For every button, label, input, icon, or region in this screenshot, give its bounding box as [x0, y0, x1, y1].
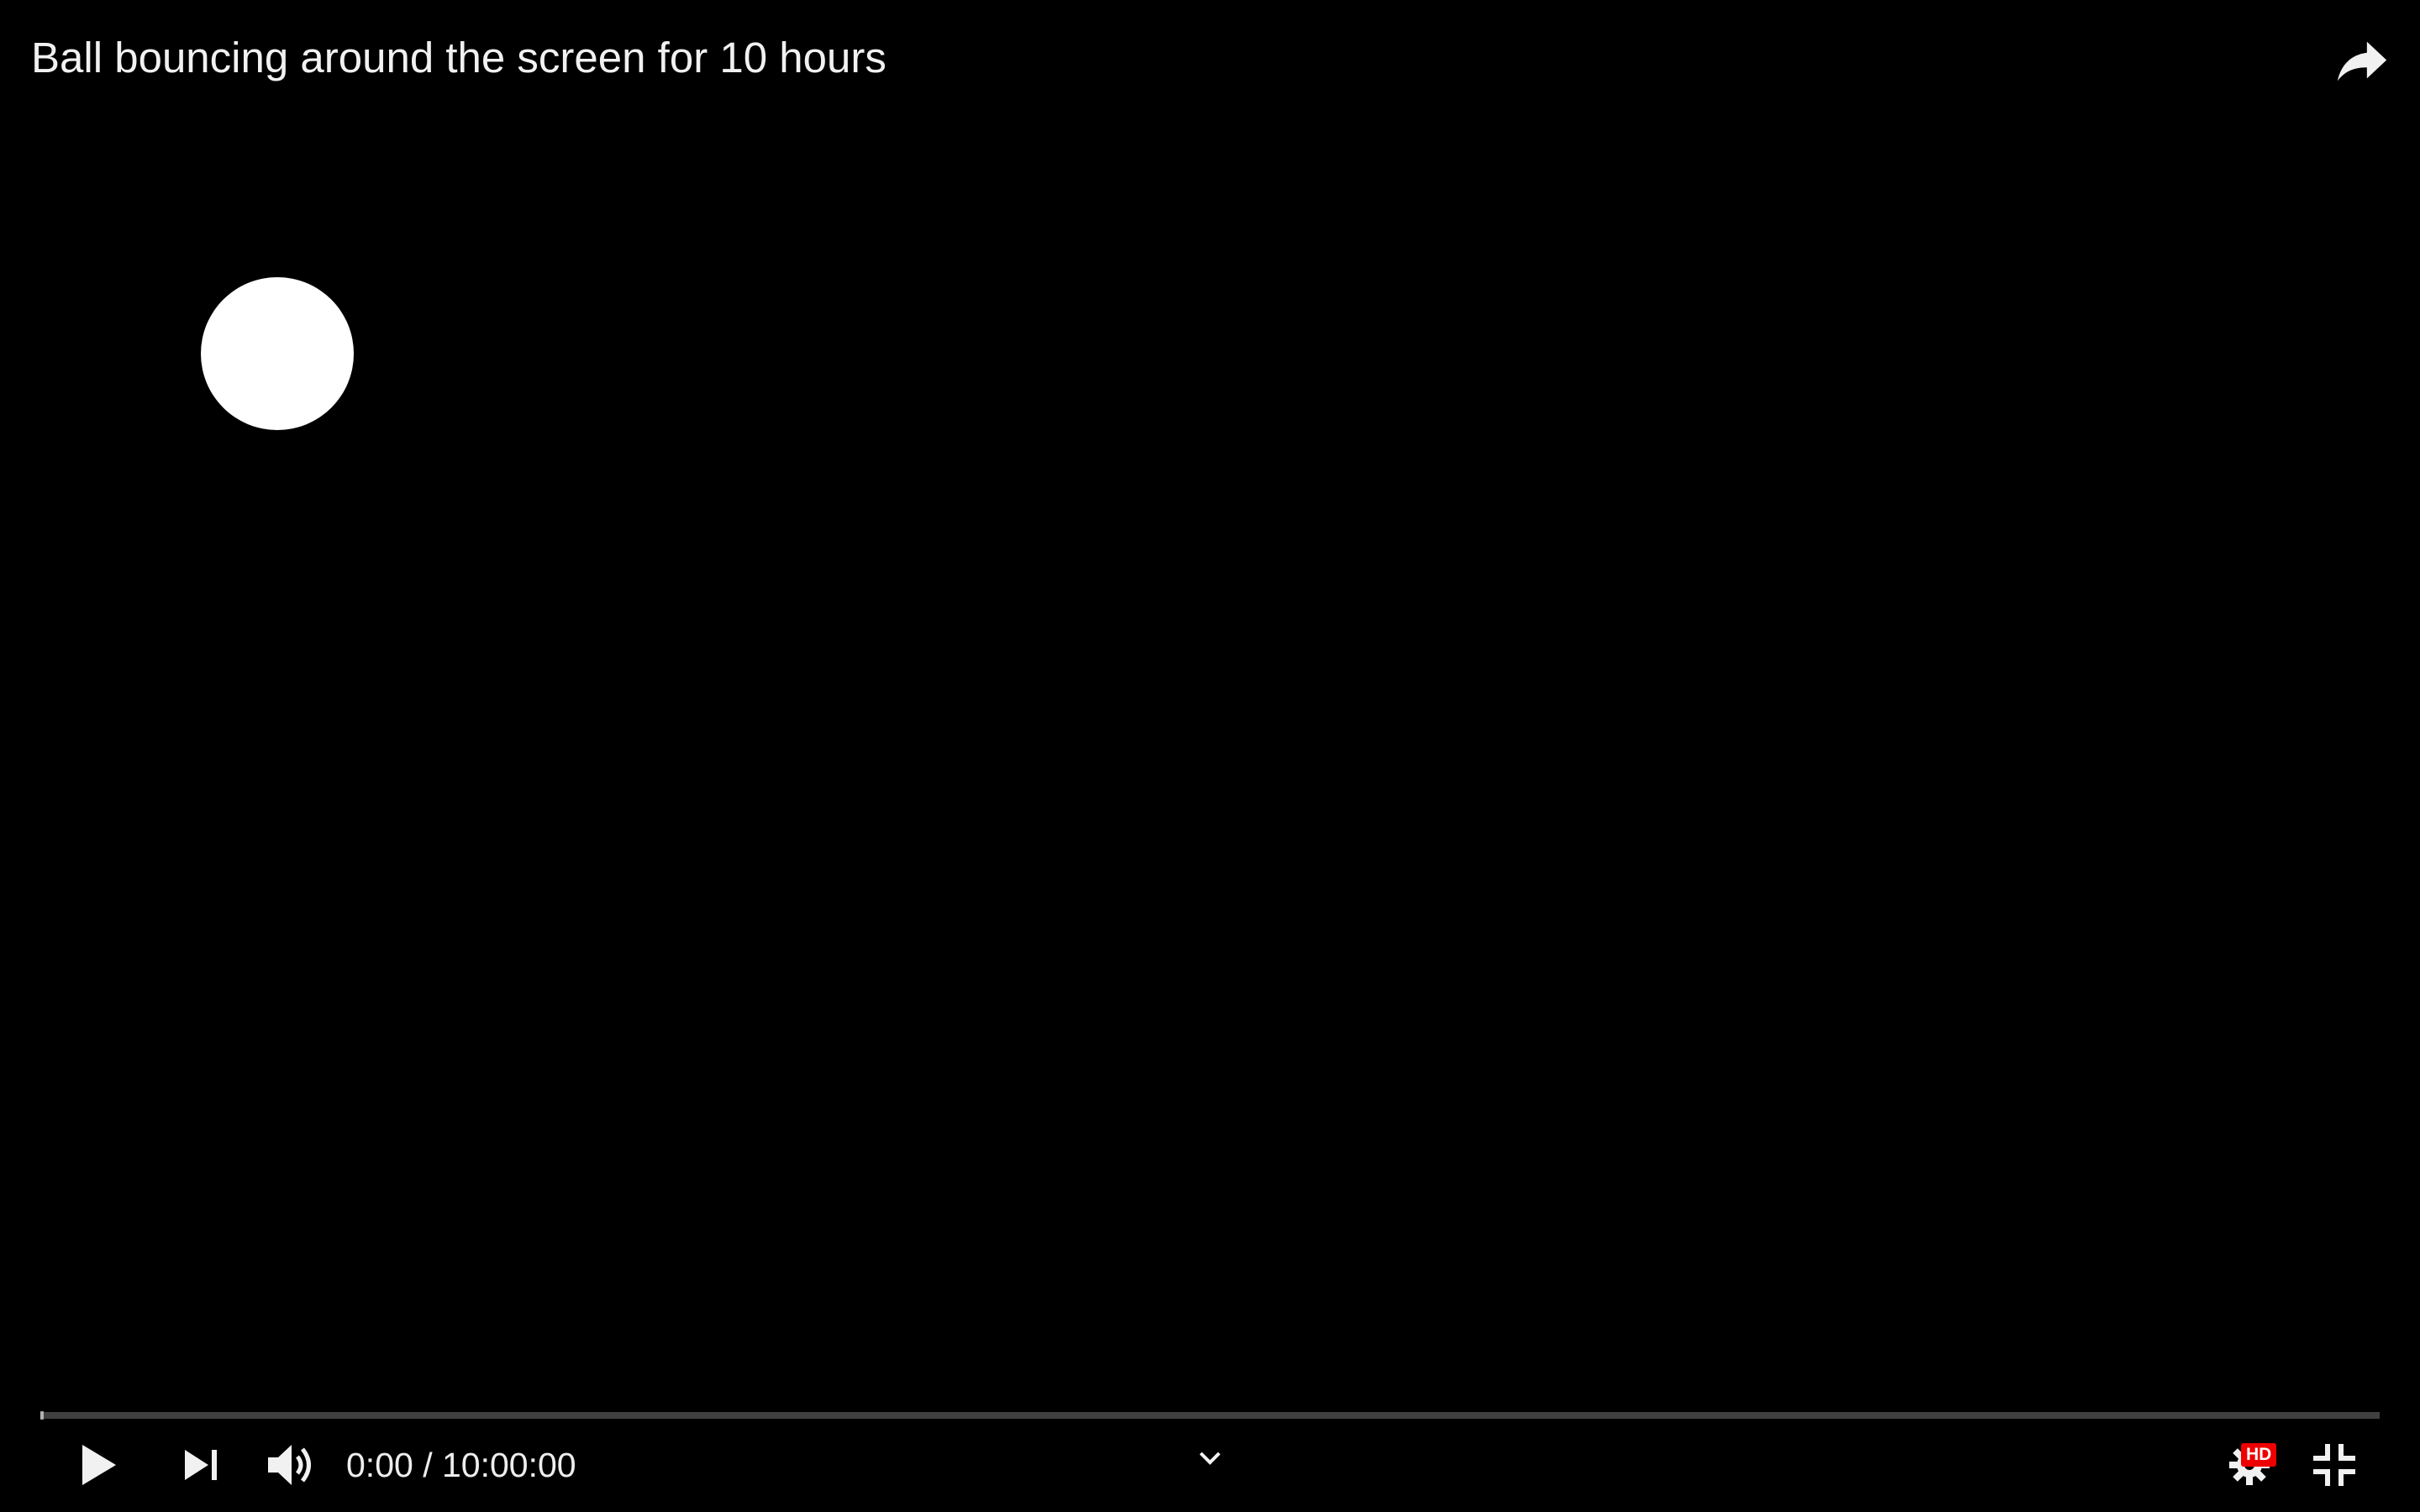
share-arrow-icon	[2337, 41, 2387, 81]
chevron-down-icon	[1199, 1452, 1221, 1465]
time-display: 0:00 / 10:00:00	[346, 1446, 576, 1484]
hd-badge: HD	[2241, 1443, 2277, 1467]
exit-fullscreen-button[interactable]	[2301, 1431, 2368, 1499]
progress-scrubber[interactable]	[40, 1411, 44, 1420]
volume-button[interactable]	[254, 1431, 329, 1499]
bouncing-ball	[201, 277, 354, 430]
play-icon	[82, 1445, 116, 1485]
progress-bar[interactable]	[40, 1411, 2380, 1420]
video-title[interactable]: Ball bouncing around the screen for 10 h…	[31, 29, 886, 87]
chapter-chevron-button[interactable]	[1185, 1425, 1235, 1492]
share-button[interactable]	[2333, 32, 2391, 91]
control-bar: 0:00 / 10:00:00 HD	[0, 1431, 2420, 1499]
skip-next-icon	[185, 1450, 217, 1480]
video-player[interactable]: Ball bouncing around the screen for 10 h…	[0, 0, 2420, 1512]
next-button[interactable]	[168, 1431, 235, 1499]
play-button[interactable]	[66, 1431, 133, 1499]
exit-fullscreen-icon	[2313, 1444, 2355, 1486]
volume-high-icon	[268, 1445, 311, 1485]
